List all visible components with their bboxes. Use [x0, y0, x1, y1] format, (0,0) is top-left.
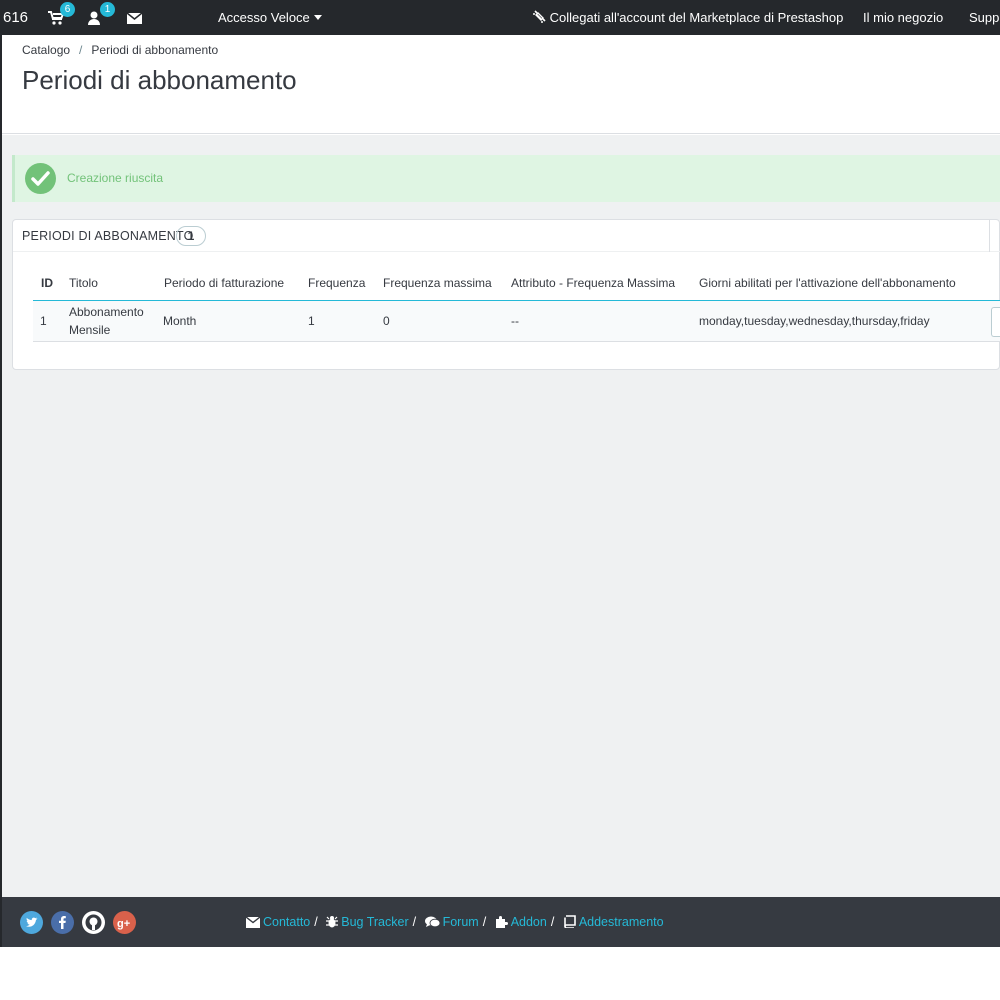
github-icon[interactable]	[82, 911, 105, 934]
footer-separator: /	[314, 915, 318, 929]
breadcrumb-current: Periodi di abbonamento	[91, 43, 219, 57]
column-header-frequency[interactable]: Frequenza	[308, 276, 365, 290]
puzzle-link-icon	[533, 10, 546, 23]
footer-link-training[interactable]: Addestramento	[579, 915, 664, 929]
footer: g+ Contatto / Bug Tracker / Forum / Addon / …	[2, 897, 1000, 947]
panel-toolbar[interactable]	[989, 220, 1000, 252]
footer-link-bug-tracker[interactable]: Bug Tracker	[341, 915, 408, 929]
book-icon	[564, 915, 576, 928]
envelope-icon	[246, 917, 260, 928]
page-header: Catalogo / Periodi di abbonamento Periodi …	[2, 35, 1000, 134]
column-header-id[interactable]: ID	[41, 276, 53, 290]
panel-title: PERIODI DI ABBONAMENTO	[22, 229, 194, 243]
subscription-periods-panel: PERIODI DI ABBONAMENTO 1 ID Titolo Perio…	[12, 219, 1000, 370]
check-icon	[25, 163, 56, 194]
envelope-icon[interactable]	[127, 12, 143, 26]
footer-separator: /	[482, 915, 487, 929]
column-header-max-frequency[interactable]: Frequenza massima	[383, 276, 492, 290]
column-header-enabled-days[interactable]: Giorni abilitati per l'attivazione dell'…	[699, 276, 956, 290]
success-alert: Creazione riuscita	[12, 155, 1000, 202]
footer-link-addon[interactable]: Addon	[511, 915, 547, 929]
panel-heading: PERIODI DI ABBONAMENTO 1	[13, 220, 1000, 252]
breadcrumb-separator: /	[79, 43, 83, 57]
caret-down-icon	[313, 15, 322, 20]
top-navbar: 616 6 1 Accesso Veloce Collegati all'acc…	[0, 0, 1000, 35]
footer-separator: /	[412, 915, 417, 929]
cell-attribute-max-frequency: --	[511, 314, 519, 328]
footer-separator: /	[550, 915, 555, 929]
table-row[interactable]: 1 Abbonamento Mensile Month 1 0 -- monda…	[33, 301, 1000, 342]
footer-link-forum[interactable]: Forum	[443, 915, 479, 929]
footer-link-contact[interactable]: Contatto	[263, 915, 310, 929]
row-action-button[interactable]	[991, 307, 1000, 337]
marketplace-label: Collegati all'account del Marketplace di…	[549, 10, 844, 25]
footer-links: Contatto / Bug Tracker / Forum / Addon / Add…	[246, 915, 664, 929]
cell-max-frequency: 0	[383, 314, 390, 328]
column-header-attribute-max-frequency[interactable]: Attributo - Frequenza Massima	[511, 276, 675, 290]
cell-title-line1: Abbonamento	[69, 305, 144, 319]
comments-icon	[424, 916, 440, 928]
breadcrumb: Catalogo / Periodi di abbonamento	[22, 43, 218, 57]
order-number[interactable]: 616	[3, 9, 28, 26]
breadcrumb-catalog[interactable]: Catalogo	[22, 43, 70, 57]
customer-badge: 1	[100, 2, 115, 17]
facebook-icon[interactable]	[51, 911, 74, 934]
cell-billing-period: Month	[163, 314, 197, 328]
my-shop-link[interactable]: Il mio negozio	[863, 10, 943, 25]
alert-message: Creazione riuscita	[67, 171, 164, 185]
column-header-title[interactable]: Titolo	[69, 276, 98, 290]
cell-frequency: 1	[308, 314, 315, 328]
twitter-icon[interactable]	[20, 911, 43, 934]
main-content: Creazione riuscita PERIODI DI ABBONAMENT…	[2, 135, 1000, 897]
column-header-billing-period[interactable]: Periodo di fatturazione	[164, 276, 284, 290]
cell-enabled-days: monday,tuesday,wednesday,thursday,friday	[699, 314, 930, 328]
cart-badge: 6	[60, 2, 75, 17]
bug-icon	[326, 916, 339, 928]
quick-access-label: Accesso Veloce	[218, 10, 310, 25]
support-link[interactable]: Supp	[969, 10, 999, 25]
cell-title-line2: Mensile	[69, 323, 111, 337]
page-title: Periodi di abbonamento	[22, 65, 297, 95]
panel-count-badge: 1	[176, 226, 206, 246]
quick-access-dropdown[interactable]: Accesso Veloce	[218, 10, 322, 25]
marketplace-link[interactable]: Collegati all'account del Marketplace di…	[532, 10, 843, 25]
cell-id: 1	[40, 314, 47, 328]
svg-text:g+: g+	[117, 918, 130, 930]
puzzle-icon	[495, 916, 508, 928]
google-plus-icon[interactable]: g+	[113, 911, 136, 934]
